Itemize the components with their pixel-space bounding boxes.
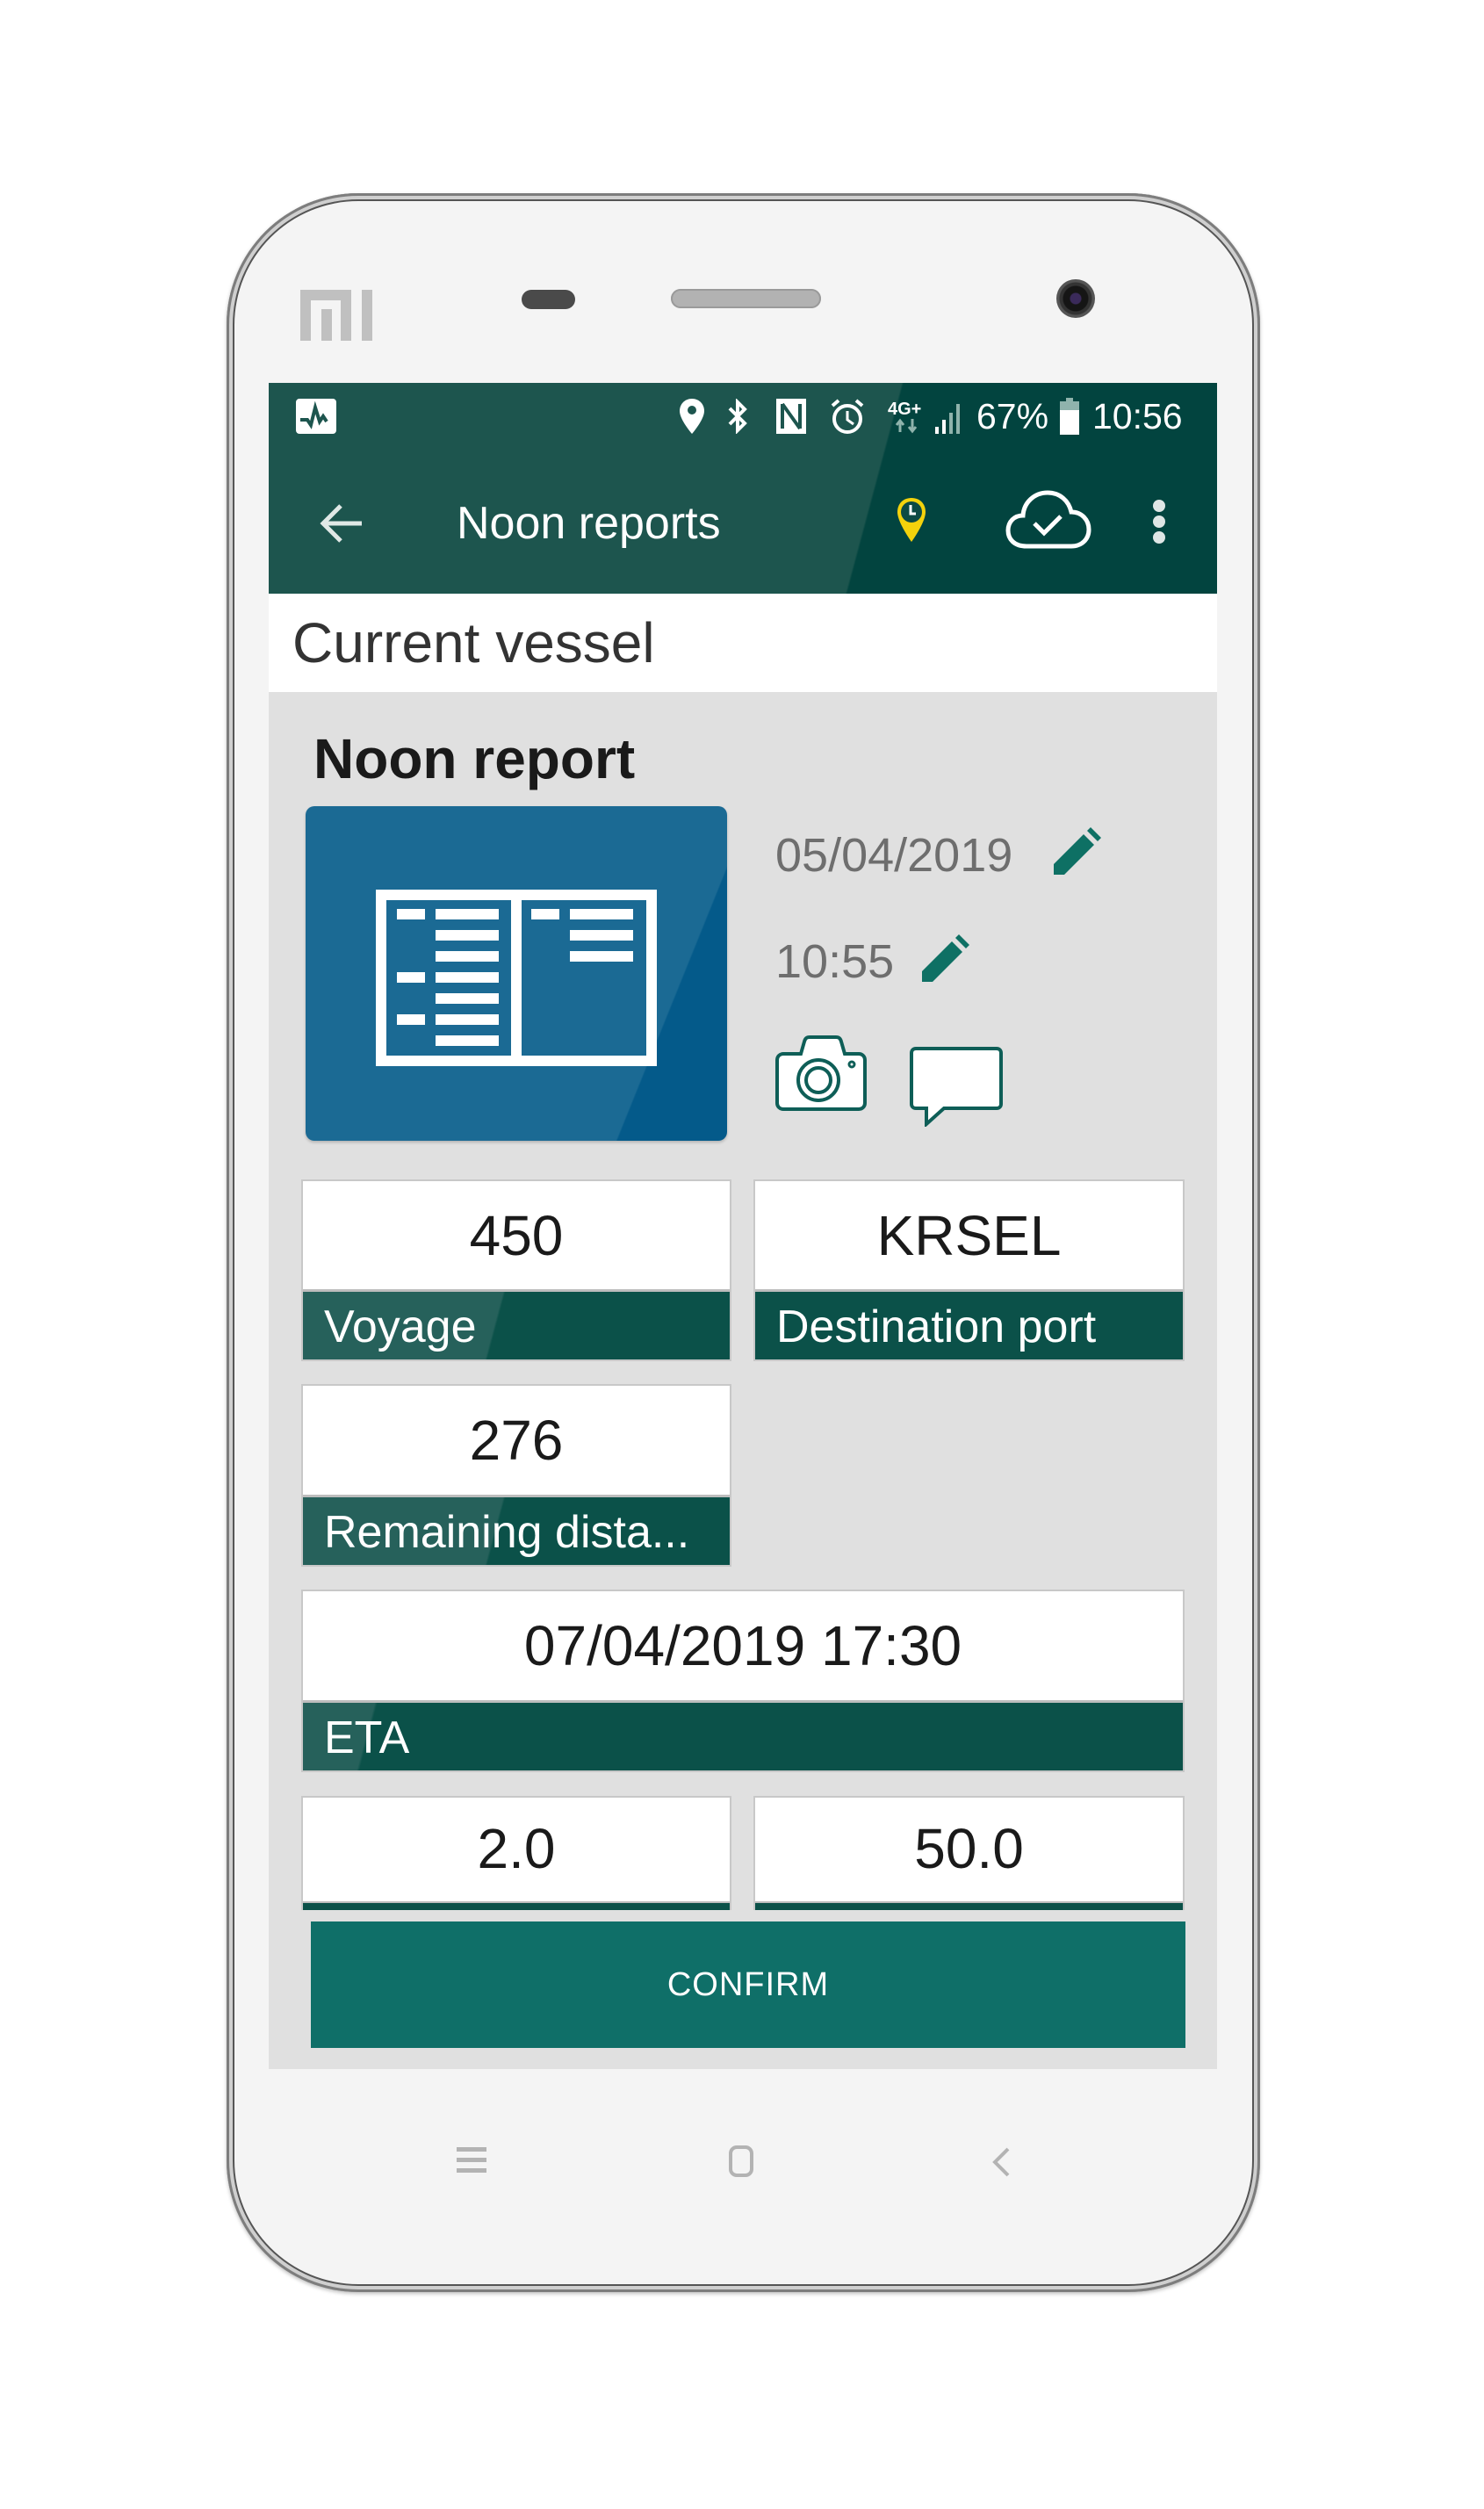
report-tile[interactable] [306,806,727,1141]
back-arrow-icon [320,504,362,543]
mi-logo [300,290,372,341]
report-date: 05/04/2019 [775,829,1013,882]
field-value: 2.0 [303,1798,730,1900]
voyage-field[interactable]: 450 Voyage [301,1179,731,1361]
current-vessel-bar[interactable]: Current vessel [269,594,1217,692]
app-bar-title: Noon reports [457,498,721,549]
report-document-icon [376,890,657,1066]
pencil-icon [922,934,969,982]
back-key[interactable] [991,2147,1011,2177]
pencil-icon [1054,827,1101,875]
remaining-distance-label: Remaining dista... [303,1495,730,1565]
location-clock-button[interactable] [889,494,934,546]
eta-value: 07/04/2019 17:30 [303,1591,1183,1700]
home-icon [729,2145,753,2177]
field-label-strip [755,1901,1183,1910]
eta-field[interactable]: 07/04/2019 17:30 ETA [301,1590,1185,1772]
menu-key[interactable] [457,2147,486,2174]
app-screen: 4G+ 67% 10:56 Noon reports Current vesse… [269,383,1217,2069]
bluetooth-icon [725,395,750,437]
field-label-strip [303,1901,730,1910]
voyage-label: Voyage [303,1289,730,1359]
camera-icon [775,1035,867,1111]
activity-monitor-icon [296,395,336,437]
add-comment-button[interactable] [909,1046,1004,1128]
current-vessel-label: Current vessel [292,611,655,674]
remaining-distance-value: 276 [303,1386,730,1495]
edit-time-button[interactable] [918,934,971,987]
edit-date-button[interactable] [1050,827,1103,880]
network-4g-plus-icon: 4G+ [888,395,930,437]
field-value: 50.0 [755,1798,1183,1900]
alarm-icon [830,395,865,437]
field-value-2-0[interactable]: 2.0 [301,1796,731,1910]
battery-percent: 67% [976,396,1049,436]
destination-port-field[interactable]: KRSEL Destination port [753,1179,1185,1361]
report-time: 10:55 [775,935,895,988]
nfc-icon [775,395,807,437]
location-clock-icon [897,498,926,542]
battery-icon [1059,395,1080,437]
comment-icon [910,1047,1003,1128]
earpiece-speaker [671,289,821,308]
more-options-button[interactable] [1143,495,1175,552]
app-bar: 4G+ 67% 10:56 Noon reports [269,383,1217,594]
more-vert-icon [1153,500,1165,544]
destination-port-value: KRSEL [755,1181,1183,1290]
field-value-50-0[interactable]: 50.0 [753,1796,1185,1910]
menu-icon [457,2147,486,2173]
signal-icon [933,395,966,437]
remaining-distance-field[interactable]: 276 Remaining dista... [301,1384,731,1567]
location-icon [678,395,706,437]
destination-port-label: Destination port [755,1289,1183,1359]
add-photo-button[interactable] [774,1035,868,1112]
cloud-sync-check-icon [1005,490,1091,549]
eta-label: ETA [303,1700,1183,1770]
confirm-button[interactable]: CONFIRM [311,1921,1185,2048]
home-key[interactable] [723,2145,760,2177]
svg-text:4G+: 4G+ [888,400,921,419]
voyage-value: 450 [303,1181,730,1290]
cloud-sync-button[interactable] [1003,487,1094,553]
report-title: Noon report [313,727,636,790]
proximity-sensor [522,290,575,309]
status-time: 10:56 [1092,396,1183,436]
back-icon [992,2147,1010,2177]
back-button[interactable] [314,495,371,552]
front-camera [1056,279,1095,318]
